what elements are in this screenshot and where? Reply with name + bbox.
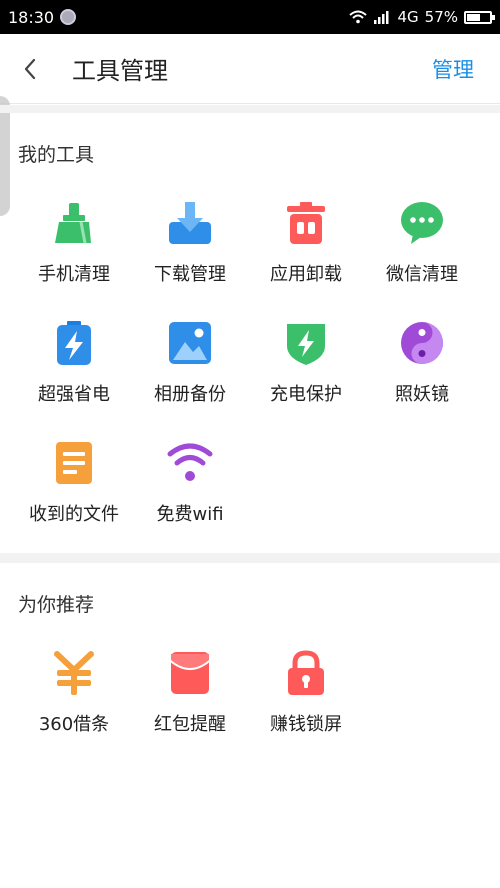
tool-item[interactable]: 超强省电 <box>16 302 132 422</box>
tool-item[interactable]: 手机清理 <box>16 182 132 302</box>
tool-item-label: 应用卸载 <box>270 264 342 285</box>
tool-item[interactable]: 应用卸载 <box>248 182 364 302</box>
recommend-item[interactable]: 红包提醒 <box>132 632 248 752</box>
tool-item-label: 超强省电 <box>38 384 110 405</box>
status-time: 18:30 <box>8 7 55 27</box>
divider <box>0 105 500 113</box>
yin-yang-icon <box>399 320 445 366</box>
wechat-icon <box>399 200 445 246</box>
battery-bolt-icon <box>51 320 97 366</box>
charge-shield-icon <box>283 320 329 366</box>
tool-item[interactable]: 充电保护 <box>248 302 364 422</box>
battery-icon <box>464 10 495 24</box>
photo-icon <box>167 320 213 366</box>
tool-item[interactable]: 收到的文件 <box>16 422 132 542</box>
trash-icon <box>283 200 329 246</box>
tool-item[interactable]: 免费wifi <box>132 422 248 542</box>
red-envelope-icon <box>167 650 213 696</box>
tool-item-label: 收到的文件 <box>29 504 119 525</box>
manage-button[interactable]: 管理 <box>432 54 474 84</box>
tool-item-label: 免费wifi <box>156 504 224 525</box>
broom-icon <box>51 200 97 246</box>
notification-icon <box>60 9 77 25</box>
download-icon <box>167 200 213 246</box>
tool-item[interactable]: 下载管理 <box>132 182 248 302</box>
battery-percent: 57% <box>424 8 458 26</box>
tool-item-label: 下载管理 <box>154 264 226 285</box>
tool-item[interactable]: 照妖镜 <box>364 302 480 422</box>
tool-item[interactable]: 相册备份 <box>132 302 248 422</box>
tool-item-label: 手机清理 <box>38 264 110 285</box>
back-button[interactable] <box>0 34 60 104</box>
recommend-item-label: 360借条 <box>38 714 110 735</box>
my-tools-grid: 手机清理 下载管理 应用卸载 微信清理超强省电 相册备份 充电保护 照妖镜收到的文件 免费wi… <box>0 182 500 542</box>
tool-item-label: 充电保护 <box>270 384 342 405</box>
recommend-item[interactable]: 360借条 <box>16 632 132 752</box>
nav-bar: 工具管理 管理 <box>0 34 500 104</box>
recommend-item[interactable]: 赚钱锁屏 <box>248 632 364 752</box>
signal-icon <box>374 11 389 24</box>
section-divider <box>0 553 500 563</box>
tool-item-label: 照妖镜 <box>395 384 449 405</box>
status-bar: 18:30 4G 57% <box>0 0 500 34</box>
yuan-icon <box>51 650 97 696</box>
tool-item-label: 相册备份 <box>154 384 226 405</box>
recommend-item-label: 红包提醒 <box>154 714 226 735</box>
lock-icon <box>283 650 329 696</box>
recommend-item-label: 赚钱锁屏 <box>270 714 342 735</box>
tool-item[interactable]: 微信清理 <box>364 182 480 302</box>
recommend-grid: 360借条 红包提醒 赚钱锁屏 <box>0 632 500 752</box>
tool-item-label: 微信清理 <box>386 264 458 285</box>
chevron-left-icon <box>24 58 36 79</box>
file-icon <box>51 440 97 486</box>
wifi-status-icon <box>349 10 368 24</box>
recommend-title: 为你推荐 <box>18 594 95 616</box>
my-tools-title: 我的工具 <box>18 144 95 166</box>
page-title: 工具管理 <box>72 57 168 85</box>
network-type: 4G <box>397 8 419 26</box>
wifi-icon <box>167 440 213 486</box>
